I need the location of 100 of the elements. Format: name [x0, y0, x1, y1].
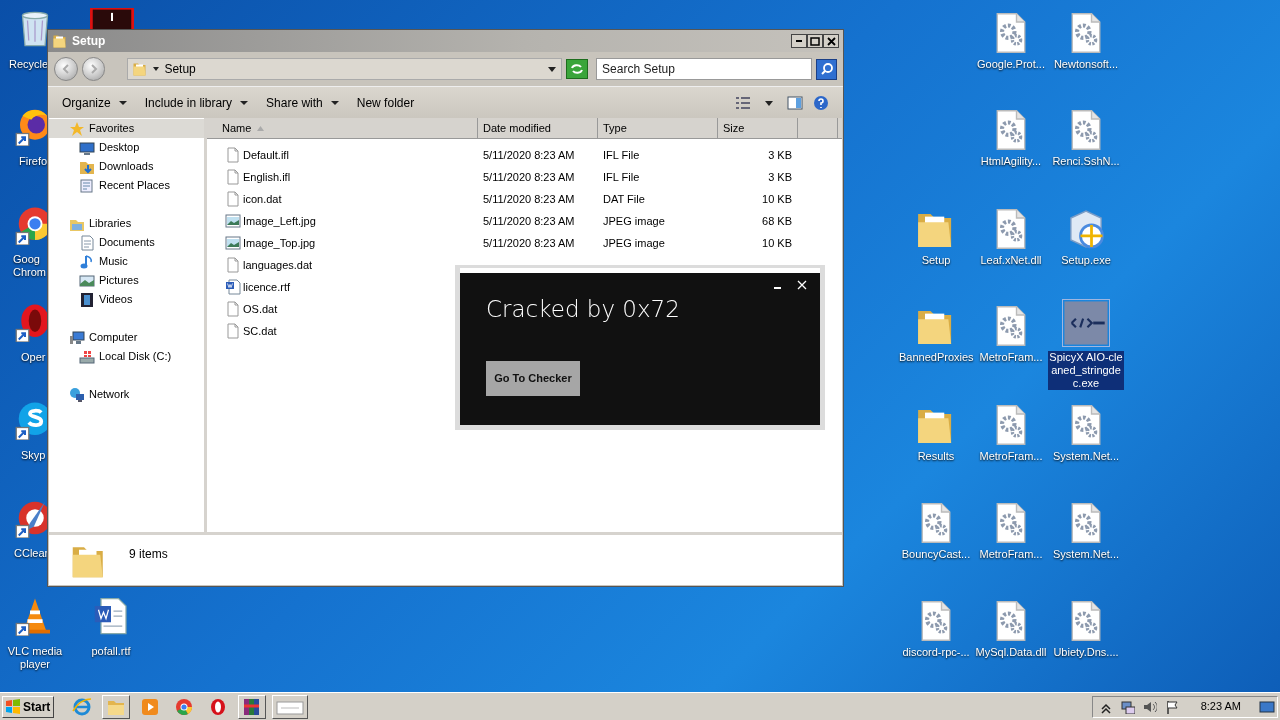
program-icon [1063, 300, 1109, 346]
size-cell: 68 KB [762, 214, 792, 227]
date-cell: 5/11/2020 8:23 AM [483, 192, 575, 205]
taskbar-button[interactable] [272, 694, 308, 719]
icon-label: VLC media player [6, 645, 64, 671]
start-button[interactable]: Start [2, 695, 54, 718]
column-header[interactable]: Name [207, 118, 478, 138]
file-name[interactable]: Image_Left.jpg [243, 212, 316, 230]
type-cell: JPEG image [603, 214, 665, 227]
close-icon[interactable] [796, 279, 808, 291]
sort-arrow-icon [257, 125, 265, 131]
nav-item[interactable]: Recent Places [49, 176, 204, 195]
column-header[interactable]: Date modified [478, 118, 598, 138]
icon-label: discord-rpc-... [901, 646, 971, 659]
icon-label: HtmlAgility... [979, 155, 1043, 168]
folder-icon [132, 61, 149, 77]
icon-label: pofall.rtf [90, 645, 132, 658]
file-name[interactable]: languages.dat [243, 256, 313, 274]
nav-item[interactable]: Pictures [49, 271, 204, 290]
item-count: 9 items [129, 546, 168, 563]
nav-item[interactable]: Computer [49, 328, 204, 347]
column-header[interactable]: Type [598, 118, 718, 138]
close-button[interactable] [823, 34, 839, 48]
file-name[interactable]: licence.rtf [243, 278, 291, 296]
word-document-icon [225, 279, 241, 295]
internet-explorer-icon [72, 696, 92, 717]
file-name[interactable]: SC.dat [243, 322, 277, 340]
file-name[interactable]: English.ifl [243, 168, 291, 186]
nav-item[interactable]: Libraries [49, 214, 204, 233]
maximize-button[interactable] [807, 34, 823, 48]
recent-places-icon [79, 177, 95, 194]
nav-item[interactable]: Music [49, 252, 204, 271]
file-name[interactable]: Image_Top.jpg [243, 234, 316, 252]
search-button[interactable] [816, 58, 837, 80]
nav-item[interactable]: Desktop [49, 138, 204, 157]
icon-label: SpicyX AIO-cleaned_stringdec.exe [1048, 351, 1124, 390]
go-to-checker-button[interactable]: Go To Checker [486, 361, 580, 396]
icon-label: System.Net... [1052, 548, 1120, 561]
type-cell: JPEG image [603, 236, 665, 249]
icon-label: CClear [14, 547, 50, 560]
local-disk-icon [79, 348, 95, 365]
media-player-icon [140, 696, 160, 717]
film-icon [79, 291, 95, 308]
date-cell: 5/11/2020 8:23 AM [483, 236, 575, 249]
address-bar[interactable]: Setup [127, 58, 563, 80]
taskbar-button[interactable] [102, 694, 130, 719]
icon-label: MetroFram... [978, 548, 1044, 561]
toolbar-button[interactable]: Include in library [136, 90, 257, 115]
date-cell: 5/11/2020 8:23 AM [483, 170, 575, 183]
minimize-button[interactable] [791, 34, 807, 48]
icon-label: Results [916, 450, 956, 463]
chrome-icon [174, 696, 194, 717]
column-header[interactable]: Size [718, 118, 798, 138]
taskbar-button[interactable] [238, 694, 266, 719]
icon-label: Firefo [19, 155, 49, 168]
icon-label: MySql.Data.dll [974, 646, 1048, 659]
search-icon [819, 62, 834, 76]
icon-label: Goog Chrom [13, 253, 46, 279]
clock[interactable]: 8:23 AM [1200, 698, 1241, 715]
toolbar-button[interactable]: Organize [54, 90, 135, 115]
back-button[interactable] [54, 57, 78, 81]
icon-label: Setup.exe [1060, 254, 1112, 267]
nav-item[interactable]: Videos [49, 290, 204, 309]
help-icon[interactable] [813, 94, 829, 111]
date-cell: 5/11/2020 8:23 AM [483, 214, 575, 227]
preview-pane-icon[interactable] [787, 94, 803, 111]
icon-label: Google.Prot... [976, 58, 1046, 71]
icon-label: Setup [920, 254, 952, 267]
network-icon [69, 386, 85, 403]
network-icon[interactable] [1120, 699, 1135, 714]
dropdown-arrow-icon[interactable] [547, 65, 558, 73]
window-title: Setup [72, 33, 106, 50]
caret-icon[interactable] [152, 65, 161, 73]
file-name[interactable]: icon.dat [243, 190, 282, 208]
show-desktop-icon[interactable] [1259, 699, 1275, 714]
toolbar-button[interactable]: New folder [348, 90, 423, 115]
icon-label: Recycle [9, 58, 46, 71]
nav-item[interactable]: Network [49, 385, 204, 404]
speaker-icon[interactable] [1142, 699, 1157, 714]
view-options-icon[interactable] [735, 94, 751, 111]
maximize-icon [810, 36, 820, 46]
music-note-icon [79, 253, 95, 270]
file-name[interactable]: Default.ifl [243, 146, 289, 164]
type-cell: IFL File [603, 148, 640, 161]
file-icon [225, 301, 241, 317]
toolbar-button[interactable]: Share with [258, 90, 347, 115]
nav-item[interactable]: Documents [49, 233, 204, 252]
nav-item[interactable]: Local Disk (C:) [49, 347, 204, 366]
nav-item[interactable]: Downloads [49, 157, 204, 176]
close-icon [826, 36, 836, 46]
image-file-icon [225, 235, 241, 251]
windows-logo-icon [5, 698, 21, 715]
icon-label: Leaf.xNet.dll [979, 254, 1043, 267]
flag-icon[interactable] [1164, 699, 1179, 714]
refresh-button[interactable] [566, 59, 589, 79]
file-name[interactable]: OS.dat [243, 300, 278, 318]
search-field[interactable]: Search Setup [596, 58, 813, 80]
forward-button[interactable] [81, 57, 106, 81]
nav-item[interactable]: Favorites [49, 119, 204, 138]
file-icon [225, 191, 241, 207]
